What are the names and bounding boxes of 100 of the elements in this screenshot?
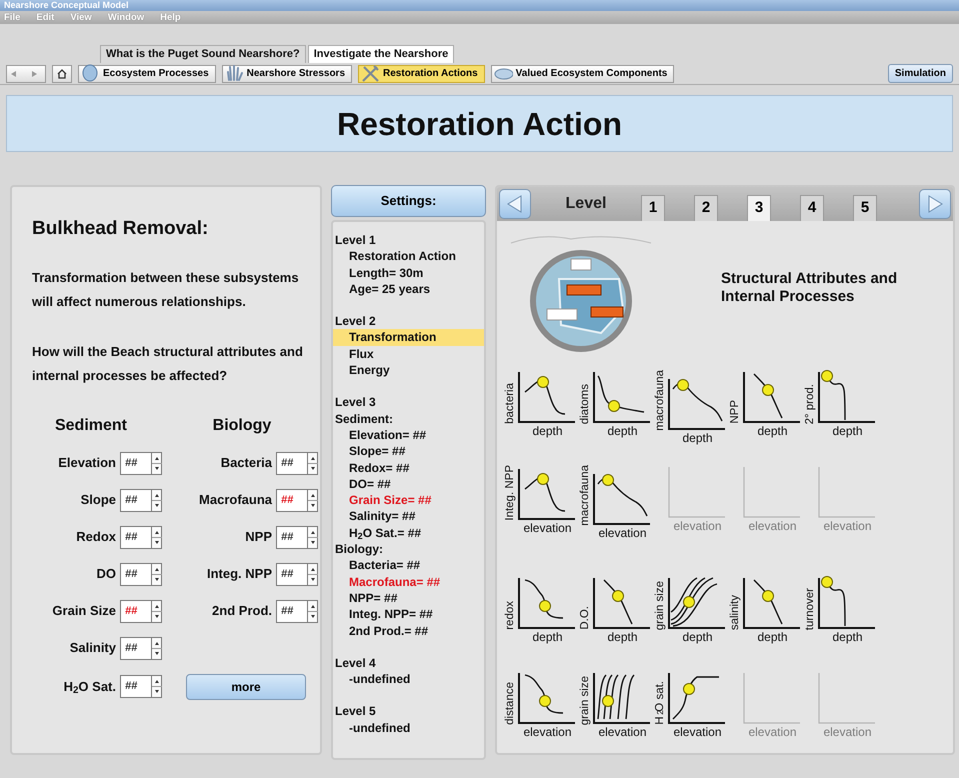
x-axis-label: elevation — [747, 519, 798, 534]
empty-plot-axes — [742, 465, 802, 519]
settings-item[interactable]: NPP= ## — [333, 590, 484, 606]
x-axis-label: depth — [681, 630, 714, 645]
level-tab[interactable]: 3 — [747, 195, 771, 221]
mini-plot-drawing — [517, 370, 577, 424]
level-heading: Level 3 — [334, 394, 377, 411]
empty-plot-axes — [742, 671, 802, 725]
field-label: Integ. NPP — [206, 565, 272, 584]
number-spinner[interactable]: ## — [120, 562, 162, 586]
x-axis-label: elevation — [597, 725, 648, 740]
home-button[interactable] — [52, 64, 72, 82]
number-spinner[interactable]: ## — [276, 526, 318, 548]
number-spinner[interactable]: ## — [120, 488, 162, 512]
settings-item[interactable]: -undefined — [333, 671, 484, 688]
x-axis-label: depth — [606, 630, 639, 645]
number-spinner[interactable]: ## — [276, 488, 318, 512]
settings-item[interactable]: Slope= ## — [333, 443, 484, 460]
y-axis-label: NPP — [728, 400, 742, 424]
mini-plot-drawing — [667, 376, 727, 431]
field-label: Elevation — [57, 454, 116, 472]
simulation-button[interactable]: Simulation — [888, 64, 953, 83]
settings-item[interactable]: Length= 30m — [333, 264, 484, 281]
settings-item[interactable]: Salinity= ## — [333, 508, 484, 525]
mini-plot-drawing — [592, 671, 652, 725]
previous-button[interactable] — [499, 189, 531, 219]
x-axis-label: depth — [831, 424, 864, 439]
toolbar-button[interactable]: Nearshore Stressors — [222, 64, 352, 82]
settings-item[interactable]: Flux — [333, 346, 484, 362]
y-axis-label: salinity — [728, 594, 742, 630]
settings-button[interactable]: Settings: — [331, 185, 486, 217]
ellipse-icon — [81, 64, 100, 83]
number-spinner[interactable]: ## — [120, 636, 162, 660]
mini-plot-drawing — [517, 671, 577, 725]
level-tab[interactable]: 1 — [641, 195, 665, 221]
toolbar-button[interactable]: Ecosystem Processes — [78, 64, 216, 82]
y-axis-label: macrofauna — [578, 465, 592, 526]
settings-item[interactable]: Transformation — [333, 329, 484, 346]
empty-plot-axes — [817, 465, 877, 519]
hand-icon — [224, 64, 244, 83]
crossed-tools-icon — [361, 64, 380, 83]
number-spinner[interactable]: ## — [276, 600, 318, 622]
x-axis-label: elevation — [522, 520, 573, 536]
number-spinner[interactable]: ## — [276, 562, 318, 586]
mini-plot-drawing — [817, 576, 877, 630]
empty-plot-axes — [817, 671, 877, 725]
number-spinner[interactable]: ## — [120, 675, 162, 698]
x-axis-label: depth — [531, 630, 564, 645]
x-axis-label: depth — [606, 424, 639, 439]
mini-plot-drawing — [517, 466, 577, 521]
field-label: Grain Size — [51, 602, 116, 620]
settings-item[interactable]: Macrofauna= ## — [333, 574, 484, 590]
y-axis-label: D.O. — [578, 606, 592, 630]
tab[interactable]: What is the Puget Sound Nearshore? — [100, 45, 306, 63]
x-axis-label: elevation — [522, 725, 573, 740]
settings-item[interactable]: -undefined — [333, 720, 484, 736]
y-axis-label: 2° prod. — [803, 384, 817, 424]
field-label: NPP — [244, 528, 272, 546]
more-button[interactable]: more — [186, 674, 306, 700]
number-spinner[interactable]: ## — [120, 600, 162, 622]
next-button[interactable] — [919, 189, 951, 219]
back-forward-button[interactable] — [6, 64, 46, 82]
number-spinner[interactable]: ## — [276, 452, 318, 474]
level-tab[interactable]: 2 — [694, 195, 718, 221]
description-text: Transformation between these subsystems will affect numerous relationships. — [32, 268, 300, 311]
level-tab[interactable]: 5 — [853, 195, 877, 221]
settings-item[interactable]: H$_{2}$O Sat.= ## — [333, 524, 484, 542]
mini-plot-drawing — [592, 576, 652, 630]
toolbar-button[interactable]: Restoration Actions — [358, 64, 485, 82]
level-tab[interactable]: 4 — [800, 195, 824, 221]
mini-plot-drawing — [667, 576, 727, 630]
settings-item[interactable]: DO= ## — [333, 476, 484, 492]
y-axis-label: bacteria — [503, 383, 517, 424]
settings-item[interactable]: 2nd Prod.= ## — [333, 622, 484, 639]
number-spinner[interactable]: ## — [120, 452, 162, 474]
column-heading: Biology — [212, 416, 272, 436]
tab[interactable]: Investigate the Nearshore — [308, 45, 454, 63]
number-spinner[interactable]: ## — [120, 526, 162, 548]
banner-title: Restoration Action — [336, 104, 622, 144]
settings-item[interactable]: Bacteria= ## — [333, 557, 484, 574]
settings-item[interactable]: Restoration Action — [333, 248, 484, 265]
mini-plot-drawing — [742, 576, 802, 630]
y-axis-label: distance — [503, 682, 517, 725]
settings-item[interactable]: Elevation= ## — [333, 426, 484, 444]
settings-item[interactable]: Grain Size= ## — [333, 492, 484, 508]
settings-item[interactable]: Integ. NPP= ## — [333, 606, 484, 623]
field-label: DO — [96, 565, 116, 584]
x-axis-label: depth — [756, 424, 789, 439]
level-label: Level — [564, 194, 608, 214]
x-axis-label: elevation — [822, 519, 873, 534]
toolbar-button[interactable]: Valued Ecosystem Components — [490, 64, 674, 82]
x-axis-label: elevation — [747, 725, 798, 740]
x-axis-label: elevation — [672, 519, 723, 534]
mini-plot-drawing — [592, 472, 652, 526]
settings-item[interactable]: Energy — [333, 362, 484, 378]
back-forward-arrows-icon — [9, 68, 39, 78]
settings-item[interactable]: Redox= ## — [333, 460, 484, 476]
level-heading: Level 2 — [334, 313, 377, 330]
settings-item[interactable]: Age= 25 years — [333, 280, 484, 298]
mini-plot-drawing — [517, 576, 577, 630]
